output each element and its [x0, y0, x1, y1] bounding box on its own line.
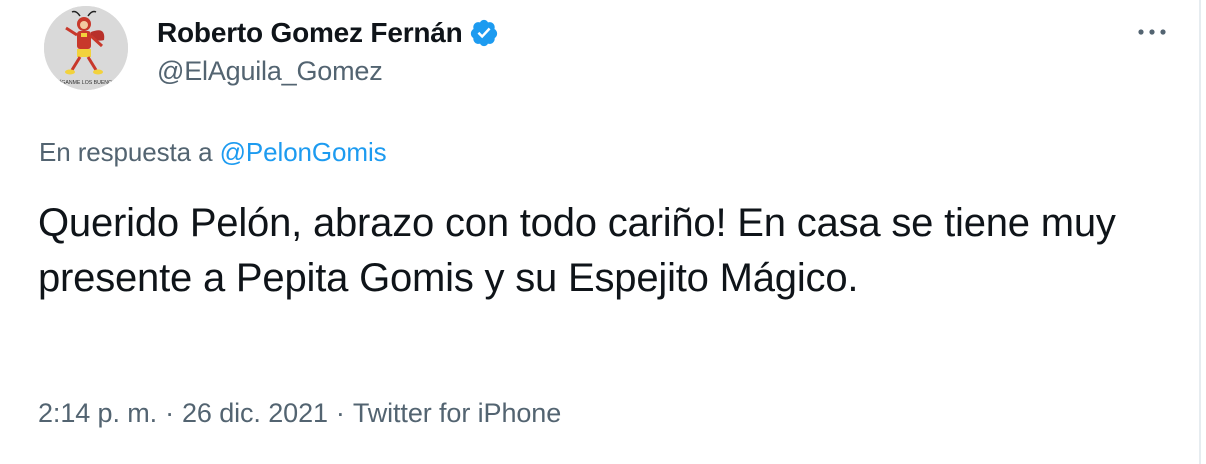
reply-context: En respuesta a @PelonGomis [39, 137, 387, 168]
tweet-text: Querido Pelón, abrazo con todo cariño! E… [38, 201, 1116, 300]
author-handle[interactable]: @ElAguila_Gomez [157, 56, 383, 87]
author-display-name[interactable]: Roberto Gomez Fernán [157, 17, 463, 49]
reply-prefix: En respuesta a [39, 137, 213, 167]
author-name-row[interactable]: Roberto Gomez Fernán [157, 14, 499, 52]
avatar-caption: SÍGANME LOS BUENOS [56, 79, 116, 86]
avatar[interactable]: SÍGANME LOS BUENOS [44, 6, 128, 90]
reply-mention-link[interactable]: @PelonGomis [220, 137, 387, 167]
verified-badge-icon [469, 18, 499, 48]
tweet-card: SÍGANME LOS BUENOS Roberto Gomez Fernán … [0, 0, 1201, 464]
tweet-metadata: 2:14 p. m. · 26 dic. 2021 · Twitter for … [38, 398, 561, 429]
more-options-button[interactable] [1132, 18, 1172, 46]
meta-separator: · [165, 398, 174, 428]
tweet-source-link[interactable]: Twitter for iPhone [353, 398, 561, 429]
more-dots-icon [1138, 29, 1166, 35]
meta-separator: · [335, 398, 345, 428]
tweet-time-link[interactable]: 2:14 p. m. [38, 398, 157, 429]
avatar-illustration: SÍGANME LOS BUENOS [44, 6, 128, 90]
tweet-date-link[interactable]: 26 dic. 2021 [182, 398, 328, 429]
